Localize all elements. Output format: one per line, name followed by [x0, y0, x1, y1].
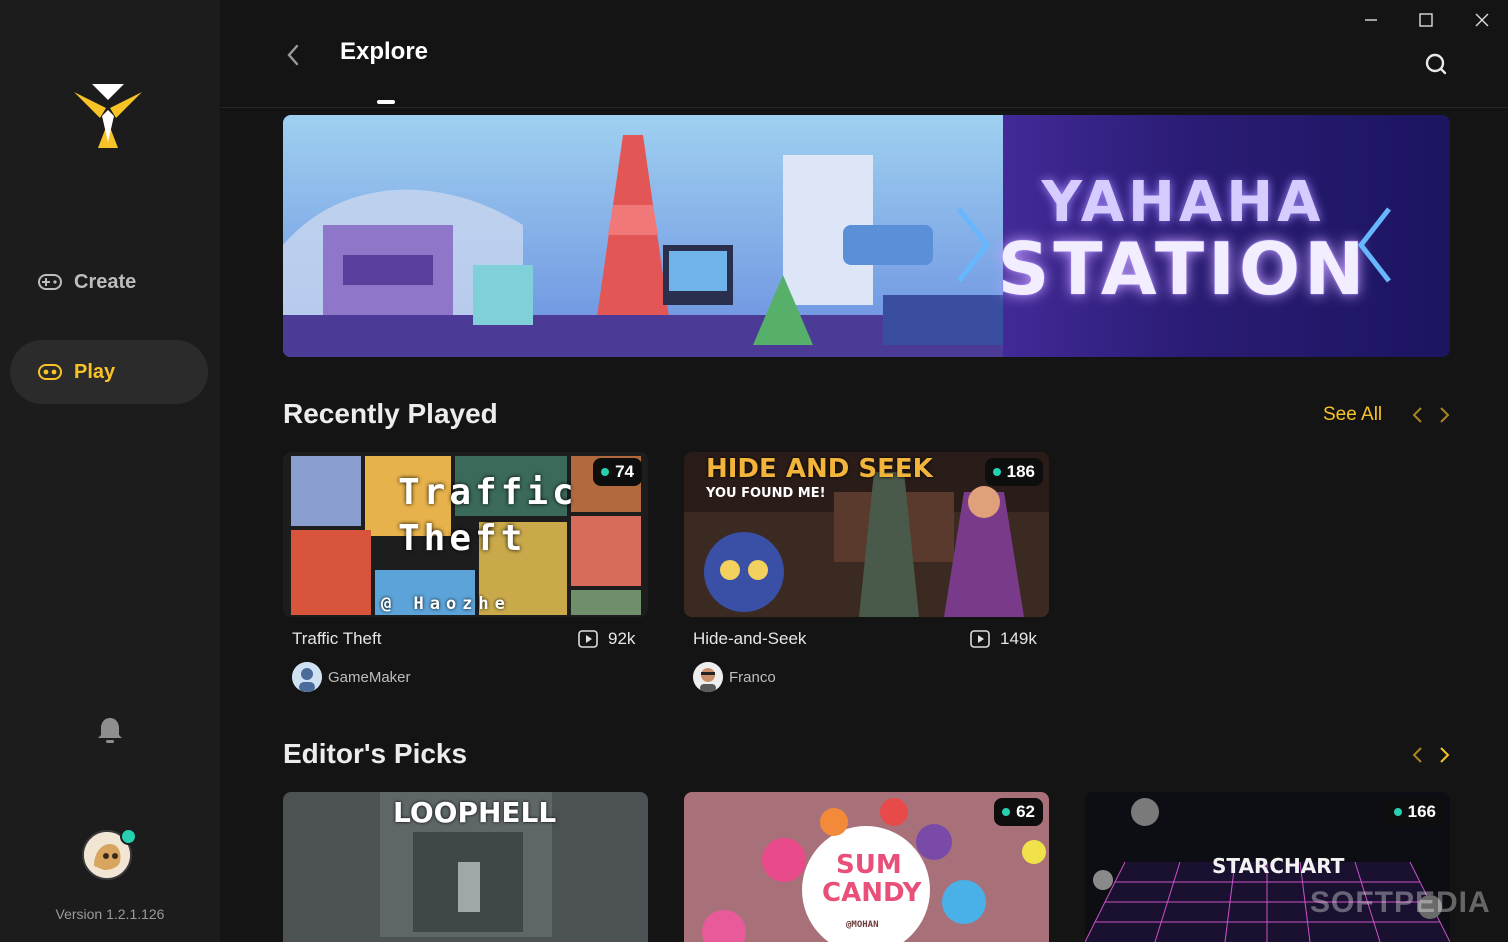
yahaha-logo[interactable]: [72, 78, 144, 150]
thumb-title: STARCHART: [1212, 854, 1345, 878]
online-count: 186: [1006, 462, 1035, 481]
author[interactable]: Franco: [693, 662, 776, 692]
online-count-badge: 186: [984, 458, 1043, 486]
thumb-title-line1: SUM: [836, 850, 902, 880]
thumb-title-line2: Theft: [398, 518, 527, 559]
play-icon: [970, 630, 990, 648]
play-count-value: 92k: [608, 629, 636, 648]
watermark: SOFTPEDIA: [1310, 886, 1491, 919]
game-title[interactable]: Hide-and-Seek: [693, 629, 806, 649]
chevron-left-icon[interactable]: [1409, 405, 1427, 425]
chevron-right-icon[interactable]: [1435, 745, 1453, 765]
online-dot: [1002, 808, 1011, 816]
thumb-title-line1: HIDE AND SEEK: [706, 454, 933, 484]
thumb-credit: @MOHAN: [846, 920, 879, 930]
section-title-editors-picks: Editor's Picks: [283, 738, 468, 769]
game-thumbnail[interactable]: LOOPHELL: [283, 792, 648, 942]
online-count-badge: 74: [593, 458, 642, 486]
author-name: Franco: [729, 668, 776, 686]
title-underline: [377, 100, 395, 104]
online-status-dot: [120, 828, 137, 845]
hero-banner[interactable]: YAHAHA STATION: [283, 115, 1450, 357]
online-count: 166: [1407, 802, 1436, 821]
thumb-title-line2: YOU FOUND ME!: [706, 486, 826, 501]
chevron-right-icon[interactable]: [1435, 405, 1453, 425]
sidebar-item-create[interactable]: Create: [10, 250, 208, 314]
banner-title-line1: YAHAHA: [1041, 170, 1325, 235]
game-thumbnail[interactable]: HIDE AND SEEK YOU FOUND ME! 186: [684, 452, 1049, 617]
author-name: GameMaker: [328, 668, 411, 686]
online-count: 74: [615, 462, 634, 481]
page-title: Explore: [340, 38, 429, 65]
chevron-left-icon[interactable]: [1409, 745, 1427, 765]
play-count-value: 149k: [1000, 629, 1037, 648]
game-thumbnail[interactable]: SUM CANDY @MOHAN 62: [684, 792, 1049, 942]
thumb-credit: @ Haozhe: [381, 594, 511, 614]
sidebar-item-label: Play: [74, 360, 116, 383]
game-title[interactable]: Traffic Theft: [292, 629, 381, 649]
city-illustration: [283, 115, 1003, 357]
online-count-badge: 62: [994, 798, 1043, 826]
gamepad-icon: [36, 358, 64, 386]
online-dot: [1393, 808, 1402, 816]
play-count: 92k: [578, 629, 635, 649]
online-count-badge: 166: [1385, 798, 1444, 826]
author-avatar: [693, 662, 723, 692]
online-count: 62: [1016, 802, 1035, 821]
play-count: 149k: [970, 629, 1037, 649]
thumb-title-line2: CANDY: [822, 878, 922, 908]
sidebar-item-label: Create: [74, 270, 137, 293]
see-all-link[interactable]: See All: [1323, 404, 1382, 426]
header: Explore: [221, 0, 1508, 108]
banner-title-line2: STATION: [997, 227, 1369, 311]
online-dot: [992, 468, 1001, 476]
game-thumbnail[interactable]: Traffic Theft @ Haozhe 74: [283, 452, 648, 617]
play-icon: [578, 630, 598, 648]
online-dot: [601, 468, 610, 476]
bell-icon[interactable]: [94, 714, 126, 746]
thumb-title-line1: Traffic: [398, 472, 578, 513]
thumb-title: LOOPHELL: [393, 796, 557, 829]
sidebar: Create Play Version 1.2.1.126: [0, 0, 220, 942]
chevron-right-decoration: [957, 207, 991, 283]
gamepad-plus-icon: [36, 268, 64, 296]
search-icon[interactable]: [1424, 52, 1448, 76]
sidebar-item-play[interactable]: Play: [10, 340, 208, 404]
author[interactable]: GameMaker: [292, 662, 411, 692]
chevron-left-icon[interactable]: [281, 38, 305, 72]
section-title-recently-played: Recently Played: [283, 398, 498, 429]
app-version: Version 1.2.1.126: [55, 906, 165, 922]
author-avatar: [292, 662, 322, 692]
chevron-left-decoration: [1357, 207, 1391, 283]
